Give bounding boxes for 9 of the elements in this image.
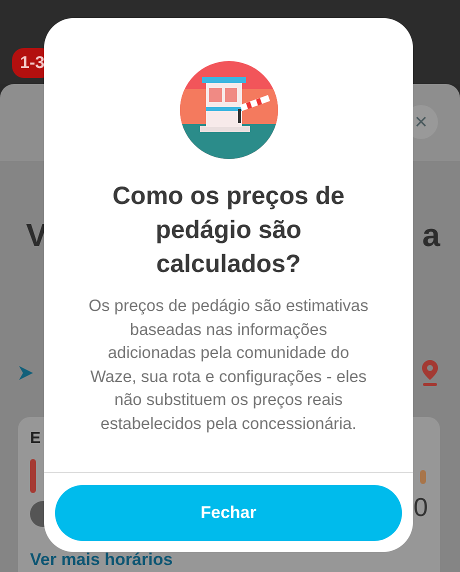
card-value: 0 [414,490,428,524]
heading-text: a [422,216,440,254]
navigation-arrow-icon [18,364,34,380]
dialog-message: Os preços de pedágio são estimativas baseadas nas informações adicionadas pela comunidade do Waze, sua rota e configurações - eles não substituem os preços reais estabelecidos pela concessionária. [88,296,370,434]
close-button[interactable]: Fechar [55,485,402,541]
location-pin-icon [420,358,440,386]
traffic-bar-icon [30,458,36,492]
card-title: E [30,428,42,448]
dialog-title: Como os preços de pedágio são calculados? [112,181,346,280]
